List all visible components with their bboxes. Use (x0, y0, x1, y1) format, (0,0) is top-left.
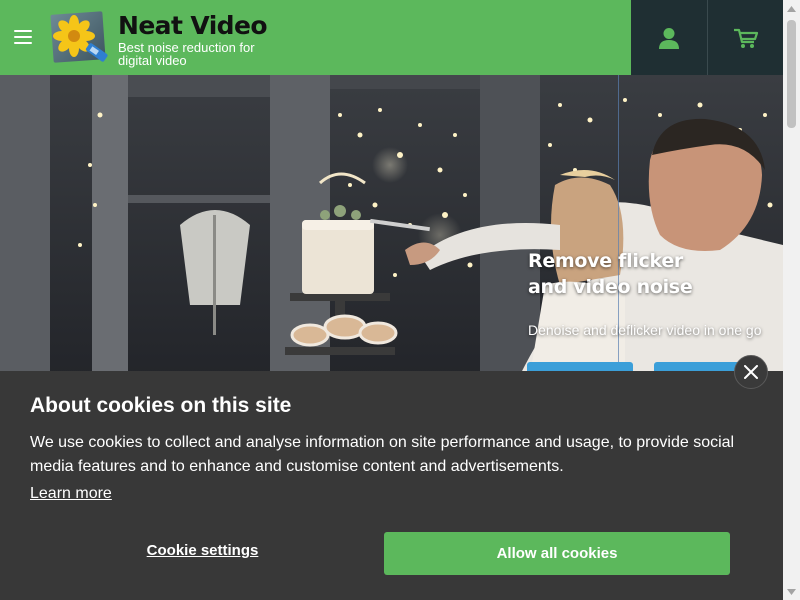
brand-tagline: Best noise reduction for digital video (118, 40, 255, 68)
allow-all-cookies-button[interactable]: Allow all cookies (384, 532, 730, 575)
hamburger-menu-icon[interactable] (12, 26, 36, 48)
account-button[interactable] (631, 0, 707, 75)
brand-name: Neat Video (118, 11, 268, 40)
cookie-banner-text: We use cookies to collect and analyse in… (30, 434, 735, 475)
cookie-banner: About cookies on this site We use cookie… (0, 371, 783, 600)
learn-more-link[interactable]: Learn more (30, 485, 112, 503)
logo-link[interactable]: Neat Video Best noise reduction for digi… (50, 8, 268, 68)
hero-title-line1: Remove flicker (528, 250, 683, 272)
user-icon (659, 27, 679, 49)
cookie-settings-button[interactable]: Cookie settings (90, 542, 315, 566)
hero-banner: Remove flicker and video noise Denoise a… (0, 75, 783, 375)
hero-title: Remove flicker and video noise (528, 248, 778, 300)
close-icon (744, 365, 758, 379)
shopping-cart-icon (733, 28, 758, 48)
close-cookie-banner-button[interactable] (734, 355, 768, 389)
page-scrollbar[interactable] (783, 0, 800, 600)
header-actions (631, 0, 783, 75)
logo-image (50, 11, 108, 63)
hero-subtitle: Denoise and deflicker video in one go (528, 322, 762, 338)
scrollbar-thumb[interactable] (787, 20, 796, 128)
hero-title-line2: and video noise (528, 276, 693, 298)
scroll-down-arrow-icon[interactable] (783, 583, 800, 600)
scroll-up-arrow-icon[interactable] (783, 0, 800, 17)
cart-button[interactable] (707, 0, 783, 75)
cookie-banner-title: About cookies on this site (30, 394, 292, 417)
site-header: Neat Video Best noise reduction for digi… (0, 0, 783, 75)
